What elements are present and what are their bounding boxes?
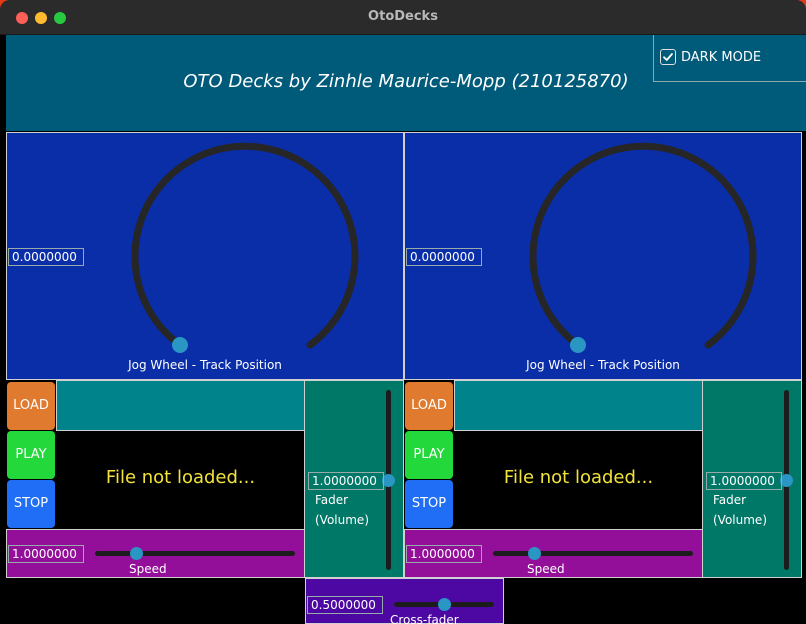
deck-2-jog-panel: 0.0000000 Jog Wheel - Track Position xyxy=(404,132,802,380)
main-content: OTO Decks by Zinhle Maurice-Mopp (210125… xyxy=(6,35,806,624)
deck-2-volume-label-line2: (Volume) xyxy=(713,513,767,527)
crossfader-label: Cross-fader xyxy=(390,613,459,624)
deck-1-speed-track[interactable] xyxy=(95,551,295,556)
deck-1-load-button[interactable]: LOAD xyxy=(7,382,55,430)
deck-2-volume-value[interactable]: 1.0000000 xyxy=(706,472,782,490)
deck-2-play-button[interactable]: PLAY xyxy=(405,431,453,479)
dark-mode-checkbox[interactable] xyxy=(660,49,676,65)
deck-1-position-value[interactable]: 0.0000000 xyxy=(8,248,84,266)
deck-1-volume-panel: 1.0000000 Fader (Volume) xyxy=(304,380,404,578)
deck-2-speed-track[interactable] xyxy=(493,551,693,556)
deck-2-load-button[interactable]: LOAD xyxy=(405,382,453,430)
app-window: OtoDecks OTO Decks by Zinhle Maurice-Mop… xyxy=(0,0,806,624)
crossfader-value[interactable]: 0.5000000 xyxy=(307,596,383,614)
deck-1-jog-knob xyxy=(172,337,188,353)
title-bar: OtoDecks xyxy=(0,0,806,35)
deck-1-jog-label: Jog Wheel - Track Position xyxy=(128,358,282,372)
deck-2-waveform[interactable]: File not loaded... xyxy=(454,431,703,529)
deck-1-speed-value[interactable]: 1.0000000 xyxy=(8,545,84,563)
deck-1-waveform[interactable]: File not loaded... xyxy=(56,431,305,529)
header-panel: OTO Decks by Zinhle Maurice-Mopp (210125… xyxy=(6,35,806,131)
crossfader-thumb[interactable] xyxy=(438,598,451,611)
window-title: OtoDecks xyxy=(368,9,438,24)
deck-2-info-bar xyxy=(454,380,703,431)
deck-2-volume-label-line1: Fader xyxy=(713,493,747,507)
deck-2-volume-panel: 1.0000000 Fader (Volume) xyxy=(702,380,802,578)
crossfader-panel: 0.5000000 Cross-fader xyxy=(305,578,504,624)
deck-2-stop-button[interactable]: STOP xyxy=(405,480,453,528)
deck-1-stop-button[interactable]: STOP xyxy=(7,480,55,528)
deck-1-jog-panel: 0.0000000 Jog Wheel - Track Position xyxy=(6,132,404,380)
deck-1-play-button[interactable]: PLAY xyxy=(7,431,55,479)
deck-1-volume-label-line1: Fader xyxy=(315,493,349,507)
deck-2-speed-label: Speed xyxy=(527,562,565,576)
dark-mode-label: DARK MODE xyxy=(681,50,762,65)
deck-1-speed-label: Speed xyxy=(129,562,167,576)
deck-2-position-value[interactable]: 0.0000000 xyxy=(406,248,482,266)
deck-1-speed-panel: 1.0000000 Speed xyxy=(6,529,305,578)
deck-1-speed-thumb[interactable] xyxy=(130,547,143,560)
deck-2-speed-value[interactable]: 1.0000000 xyxy=(406,545,482,563)
deck-2-jog-label: Jog Wheel - Track Position xyxy=(526,358,680,372)
deck-1-volume-label-line2: (Volume) xyxy=(315,513,369,527)
deck-1-volume-value[interactable]: 1.0000000 xyxy=(308,472,384,490)
deck-1-info-bar xyxy=(56,380,305,431)
deck-2-waveform-text: File not loaded... xyxy=(503,467,654,488)
dark-mode-toggle[interactable]: DARK MODE xyxy=(653,35,806,82)
checkmark-icon xyxy=(663,53,673,61)
deck-2-speed-thumb[interactable] xyxy=(528,547,541,560)
deck-1-waveform-text: File not loaded... xyxy=(105,467,256,488)
deck-2-speed-panel: 1.0000000 Speed xyxy=(404,529,703,578)
deck-2-jog-knob xyxy=(570,337,586,353)
